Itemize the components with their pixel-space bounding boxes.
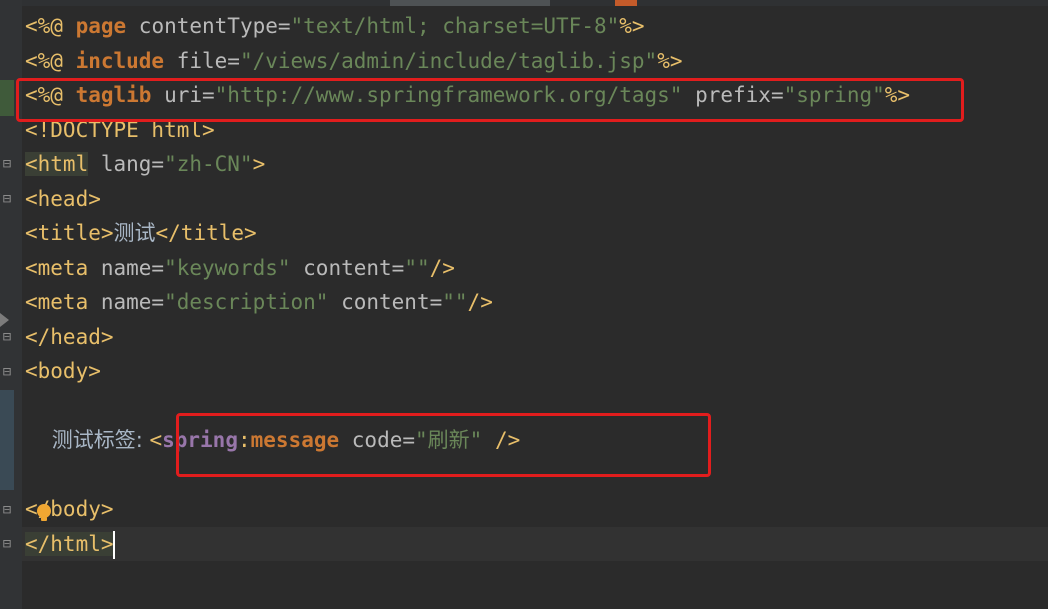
code-token: content= <box>290 255 405 280</box>
code-token: name= <box>88 255 165 280</box>
code-line[interactable]: <meta name="description" content=""/> <box>22 285 1048 319</box>
code-token: "keywords" <box>164 255 291 280</box>
code-token: %> <box>619 14 645 38</box>
code-token: content= <box>328 290 443 314</box>
fold-marker-icon[interactable]: ⊟ <box>0 192 14 206</box>
code-token: > <box>252 152 266 176</box>
code-token: "/views/admin/include/taglib.jsp" <box>239 48 658 73</box>
code-token: </title> <box>155 221 257 245</box>
code-line[interactable]: </html> <box>22 526 1048 561</box>
code-line[interactable]: <title>测试</title> <box>22 216 1048 250</box>
code-token: 测试标签: <box>25 428 150 452</box>
code-token: "description" <box>164 290 329 314</box>
code-token: contentType= <box>126 14 291 38</box>
spring-message-highlight-box <box>176 413 711 477</box>
vcs-change-marker <box>0 80 14 116</box>
breakpoint-arrow-icon <box>0 313 9 327</box>
code-line[interactable]: <%@ include file="/views/admin/include/t… <box>22 44 1048 78</box>
fold-marker-icon[interactable]: ⊟ <box>0 157 14 171</box>
code-token: "" <box>442 290 468 314</box>
code-line[interactable]: <meta name="keywords" content=""/> <box>22 251 1048 285</box>
vcs-change-marker <box>0 390 14 490</box>
code-token: <meta <box>25 255 89 280</box>
code-token: </html> <box>25 531 114 556</box>
code-token: "text/html; charset=UTF-8" <box>290 14 620 38</box>
code-token: include <box>75 48 165 73</box>
code-line[interactable]: </body> <box>22 492 1048 526</box>
code-token: page <box>75 14 127 38</box>
code-token: <body> <box>25 359 101 383</box>
lightbulb-icon[interactable] <box>37 504 51 521</box>
code-token: <%@ <box>25 48 76 73</box>
code-token: <title> <box>25 221 114 245</box>
fold-marker-icon[interactable]: ⊟ <box>0 365 14 379</box>
code-token: file= <box>164 48 240 73</box>
code-token: lang= <box>88 152 165 176</box>
code-token: name= <box>88 290 165 314</box>
code-token: "zh-CN" <box>164 152 253 176</box>
code-token: /> <box>467 290 493 314</box>
code-token: <meta <box>25 290 89 314</box>
code-token: < <box>149 428 163 452</box>
code-line[interactable]: <head> <box>22 182 1048 216</box>
code-token: /> <box>429 255 455 280</box>
code-line[interactable]: </head> <box>22 320 1048 354</box>
code-token: <%@ <box>25 14 76 38</box>
code-token: <html <box>25 152 89 176</box>
fold-marker-icon[interactable]: ⊟ <box>0 503 14 517</box>
text-caret <box>113 531 115 559</box>
fold-marker-icon[interactable]: ⊟ <box>0 537 14 551</box>
fold-marker-icon[interactable]: ⊟ <box>0 330 14 344</box>
code-line[interactable]: <body> <box>22 354 1048 388</box>
code-token: 测试 <box>113 221 156 245</box>
code-token: %> <box>657 48 683 73</box>
code-token: </head> <box>25 324 114 349</box>
code-line[interactable]: <html lang="zh-CN"> <box>22 147 1048 181</box>
code-token: <head> <box>25 186 101 211</box>
code-line[interactable]: <%@ page contentType="text/html; charset… <box>22 9 1048 43</box>
code-token: "" <box>404 255 430 280</box>
taglib-highlight-box <box>16 78 964 122</box>
